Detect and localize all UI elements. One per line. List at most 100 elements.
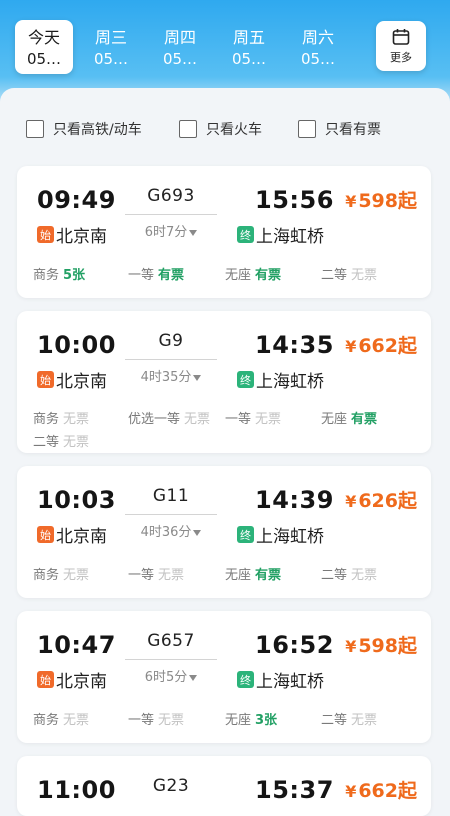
seat-class: 商务 无票: [33, 709, 89, 728]
seat-type: 一等: [128, 568, 155, 583]
date-tab-date: 05…: [26, 50, 62, 68]
destination-station: 终上海虹桥: [237, 522, 324, 547]
duration-text: 6时7分: [144, 225, 188, 240]
departure-time: 10:00: [37, 331, 116, 359]
price: ¥626起: [345, 486, 417, 513]
seat-type: 二等: [321, 713, 348, 728]
date-tab-thu[interactable]: 周四 05…: [151, 20, 209, 74]
price-value: 598起: [358, 190, 417, 212]
filter-train[interactable]: 只看火车: [179, 118, 262, 140]
seat-class: 一等 无票: [128, 709, 184, 728]
seat-class: 优选一等 无票: [128, 408, 210, 427]
seat-status: 无票: [63, 412, 90, 427]
price-value: 662起: [358, 780, 417, 802]
end-tag-icon: 终: [237, 526, 254, 543]
more-label: 更多: [390, 51, 412, 64]
date-tab-today[interactable]: 今天 05…: [15, 20, 73, 74]
train-code: G11: [152, 486, 190, 506]
checkbox[interactable]: [298, 120, 316, 138]
duration[interactable]: 6时5分: [125, 666, 217, 685]
train-card[interactable]: 11:00 G23 15:37 ¥662起: [17, 756, 431, 816]
train-card[interactable]: 09:49 G693 6时7分 15:56 始北京南 终上海虹桥 ¥598起 商…: [17, 166, 431, 298]
station-name: 上海虹桥: [256, 527, 324, 547]
yen-icon: ¥: [345, 192, 357, 211]
start-tag-icon: 始: [37, 226, 54, 243]
price-value: 662起: [358, 335, 417, 357]
route-line: [125, 659, 217, 660]
filter-label: 只看高铁/动车: [53, 122, 142, 138]
price: ¥598起: [345, 186, 417, 213]
price: ¥598起: [345, 631, 417, 658]
seat-type: 商务: [33, 268, 60, 283]
seat-status: 有票: [158, 268, 185, 283]
checkbox[interactable]: [179, 120, 197, 138]
station-name: 上海虹桥: [256, 227, 324, 247]
start-tag-icon: 始: [37, 671, 54, 688]
yen-icon: ¥: [345, 637, 357, 656]
duration[interactable]: 4时36分: [125, 521, 217, 540]
arrival-time: 14:35: [255, 331, 334, 359]
origin-station: 始北京南: [37, 367, 107, 392]
route-line: [125, 514, 217, 515]
duration-text: 4时36分: [140, 525, 192, 540]
seat-class: 一等 无票: [128, 564, 184, 583]
seat-status: 无票: [158, 568, 185, 583]
station-name: 北京南: [56, 527, 107, 547]
duration-text: 6时5分: [144, 670, 188, 685]
seat-status: 有票: [351, 412, 378, 427]
checkbox[interactable]: [26, 120, 44, 138]
filter-available[interactable]: 只看有票: [298, 118, 381, 140]
price: ¥662起: [345, 331, 417, 358]
seat-type: 优选一等: [128, 412, 181, 427]
station-name: 北京南: [56, 672, 107, 692]
filter-high-speed[interactable]: 只看高铁/动车: [26, 118, 142, 140]
seat-status: 无票: [255, 412, 282, 427]
price-value: 598起: [358, 635, 417, 657]
end-tag-icon: 终: [237, 371, 254, 388]
destination-station: 终上海虹桥: [237, 667, 324, 692]
seat-type: 无座: [225, 713, 252, 728]
arrival-time: 14:39: [255, 486, 334, 514]
seat-status: 有票: [255, 568, 282, 583]
date-tab-day: 周四: [163, 28, 196, 47]
date-tab-fri[interactable]: 周五 05…: [220, 20, 278, 74]
arrival-time: 15:56: [255, 186, 334, 214]
more-dates-button[interactable]: 更多: [376, 21, 426, 71]
date-tab-date: 05…: [162, 50, 198, 68]
date-tab-date: 05…: [300, 50, 336, 68]
price-value: 626起: [358, 490, 417, 512]
train-card[interactable]: 10:47 G657 6时5分 16:52 始北京南 终上海虹桥 ¥598起 商…: [17, 611, 431, 743]
train-code: G23: [152, 776, 190, 796]
filter-label: 只看有票: [325, 122, 381, 138]
date-tab-wed[interactable]: 周三 05…: [82, 20, 140, 74]
train-card[interactable]: 10:00 G9 4时35分 14:35 始北京南 终上海虹桥 ¥662起 商务…: [17, 311, 431, 453]
destination-station: 终上海虹桥: [237, 367, 324, 392]
date-tab-sat[interactable]: 周六 05…: [289, 20, 347, 74]
train-card[interactable]: 10:03 G11 4时36分 14:39 始北京南 终上海虹桥 ¥626起 商…: [17, 466, 431, 598]
seat-type: 商务: [33, 568, 60, 583]
train-code: G693: [147, 186, 195, 206]
seat-status: 无票: [351, 568, 378, 583]
date-tab-date: 05…: [231, 50, 267, 68]
origin-station: 始北京南: [37, 522, 107, 547]
seat-class: 二等 无票: [321, 564, 377, 583]
route-line: [125, 214, 217, 215]
station-name: 北京南: [56, 372, 107, 392]
seat-type: 商务: [33, 713, 60, 728]
seat-class: 商务 5张: [33, 264, 85, 283]
seat-status: 5张: [63, 268, 86, 283]
duration[interactable]: 6时7分: [125, 221, 217, 240]
duration[interactable]: 4时35分: [125, 366, 217, 385]
seat-class: 一等 无票: [225, 408, 281, 427]
destination-station: 终上海虹桥: [237, 222, 324, 247]
yen-icon: ¥: [345, 337, 357, 356]
seat-type: 一等: [128, 713, 155, 728]
train-code: G657: [147, 631, 195, 651]
station-name: 上海虹桥: [256, 672, 324, 692]
caret-down-icon: [193, 374, 202, 381]
departure-time: 10:03: [37, 486, 116, 514]
seat-status: 无票: [351, 268, 378, 283]
date-tab-day: 周五: [232, 28, 265, 47]
seat-status: 无票: [184, 412, 211, 427]
seat-class: 二等 无票: [33, 431, 89, 450]
